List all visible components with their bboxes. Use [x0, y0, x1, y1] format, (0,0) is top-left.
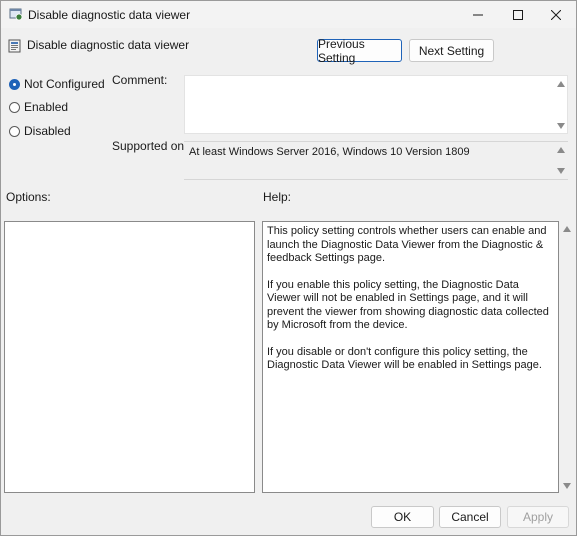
- supported-on-label: Supported on:: [112, 139, 188, 153]
- scroll-up-icon[interactable]: [557, 81, 565, 87]
- help-paragraph: If you enable this policy setting, the D…: [267, 278, 549, 332]
- help-label: Help:: [263, 190, 292, 204]
- help-paragraph: If you disable or don't configure this p…: [267, 345, 542, 372]
- radio-label: Not Configured: [24, 77, 105, 91]
- previous-setting-button[interactable]: Previous Setting: [317, 37, 402, 65]
- radio-indicator: [9, 78, 20, 90]
- supported-on-field: At least Windows Server 2016, Windows 10…: [184, 141, 568, 180]
- policy-setting-icon: [8, 39, 22, 53]
- policy-name: Disable diagnostic data viewer: [27, 38, 190, 52]
- options-label: Options:: [6, 190, 51, 204]
- scroll-up-icon[interactable]: [563, 226, 571, 232]
- radio-label: Disabled: [24, 124, 71, 138]
- comment-label: Comment:: [112, 73, 168, 87]
- help-pane: This policy setting controls whether use…: [262, 221, 559, 493]
- radio-enabled[interactable]: Enabled: [9, 99, 68, 115]
- apply-button[interactable]: Apply: [507, 506, 569, 528]
- radio-label: Enabled: [24, 100, 69, 114]
- policy-dialog: Disable diagnostic data viewer Disable d…: [0, 0, 577, 536]
- policy-app-icon: [9, 7, 23, 21]
- minimize-button[interactable]: [458, 1, 498, 28]
- minimize-icon: [473, 14, 483, 15]
- ok-button[interactable]: OK: [371, 506, 434, 528]
- radio-indicator: [9, 125, 20, 137]
- scroll-up-icon[interactable]: [557, 147, 565, 153]
- radio-not-configured[interactable]: Not Configured: [9, 76, 105, 92]
- radio-indicator: [9, 101, 20, 113]
- radio-disabled[interactable]: Disabled: [9, 123, 71, 139]
- options-pane: [4, 221, 255, 493]
- help-paragraph: This policy setting controls whether use…: [267, 225, 547, 264]
- close-button[interactable]: [536, 1, 576, 28]
- supported-on-value: At least Windows Server 2016, Windows 10…: [189, 146, 470, 158]
- next-setting-button[interactable]: Next Setting: [409, 39, 494, 62]
- maximize-icon: [513, 9, 523, 20]
- title-bar: Disable diagnostic data viewer: [1, 1, 576, 28]
- window-title: Disable diagnostic data viewer: [28, 8, 191, 22]
- close-icon: [551, 9, 561, 20]
- comment-textarea[interactable]: [184, 75, 568, 134]
- scroll-down-icon[interactable]: [557, 123, 565, 129]
- scroll-down-icon[interactable]: [557, 168, 565, 174]
- scroll-down-icon[interactable]: [563, 483, 571, 489]
- maximize-button[interactable]: [498, 1, 538, 28]
- cancel-button[interactable]: Cancel: [439, 506, 501, 528]
